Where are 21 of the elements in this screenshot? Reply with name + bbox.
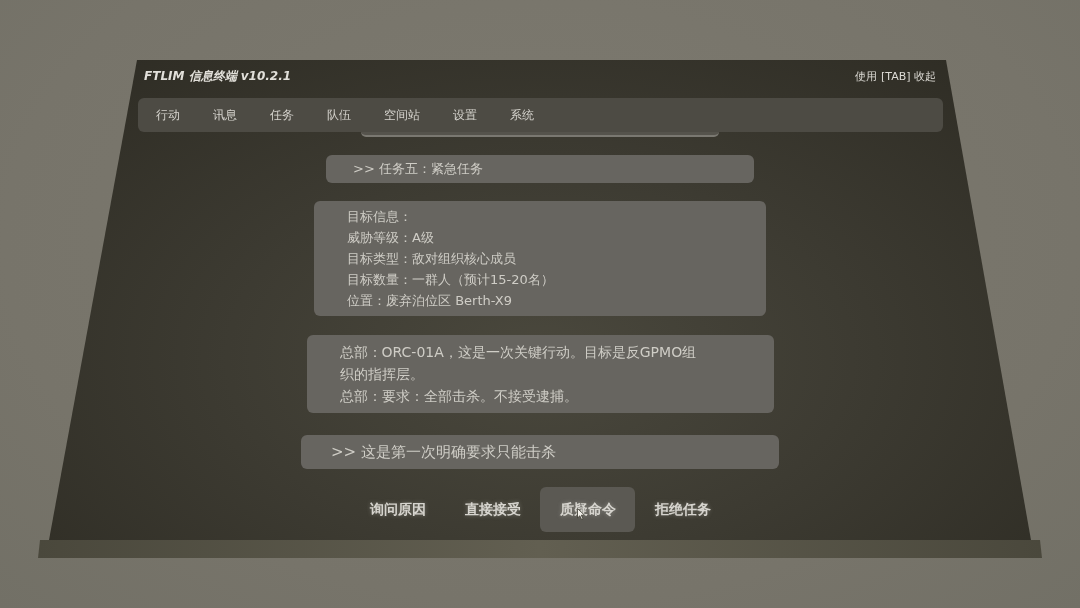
menu-tab[interactable]: 任务 bbox=[269, 106, 294, 124]
choice-button[interactable]: 询问原因 bbox=[350, 487, 445, 532]
dialogue-text: 总部：要求：全部击杀。不接受逮捕。 bbox=[339, 387, 579, 406]
menu-tab[interactable]: 系统 bbox=[509, 106, 534, 124]
choice-button[interactable]: 拒绝任务 bbox=[635, 487, 730, 532]
menu-tab[interactable]: 队伍 bbox=[326, 106, 351, 124]
menu-tab[interactable]: 空间站 bbox=[383, 106, 420, 124]
info-line: 目标信息： bbox=[347, 208, 413, 226]
info-line: 位置：废弃泊位区 Berth-X9 bbox=[347, 292, 513, 310]
menu-tab[interactable]: 讯息 bbox=[212, 106, 237, 124]
dialogue-text: 总部：ORC-01A，这是一次关键行动。目标是反GPMO组织的指挥层。 bbox=[339, 343, 698, 384]
collapse-hint: 使用 [TAB] 收起 bbox=[855, 68, 936, 84]
menu-tab[interactable]: 行动 bbox=[155, 106, 180, 124]
prompt-text: >> 这是第一次明确要求只能击杀 bbox=[331, 442, 557, 463]
info-line: 目标类型：敌对组织核心成员 bbox=[347, 250, 517, 268]
info-line: 目标数量：一群人（预计15-20名） bbox=[347, 271, 555, 289]
menu-tab[interactable]: 设置 bbox=[452, 106, 477, 124]
info-line: 威胁等级：A级 bbox=[347, 229, 435, 247]
choice-button[interactable]: 直接接受 bbox=[445, 487, 540, 532]
window-title: FTLIM 信息终端 v10.2.1 bbox=[144, 67, 292, 85]
prompt-text: >> 任务五：紧急任务 bbox=[353, 161, 484, 177]
